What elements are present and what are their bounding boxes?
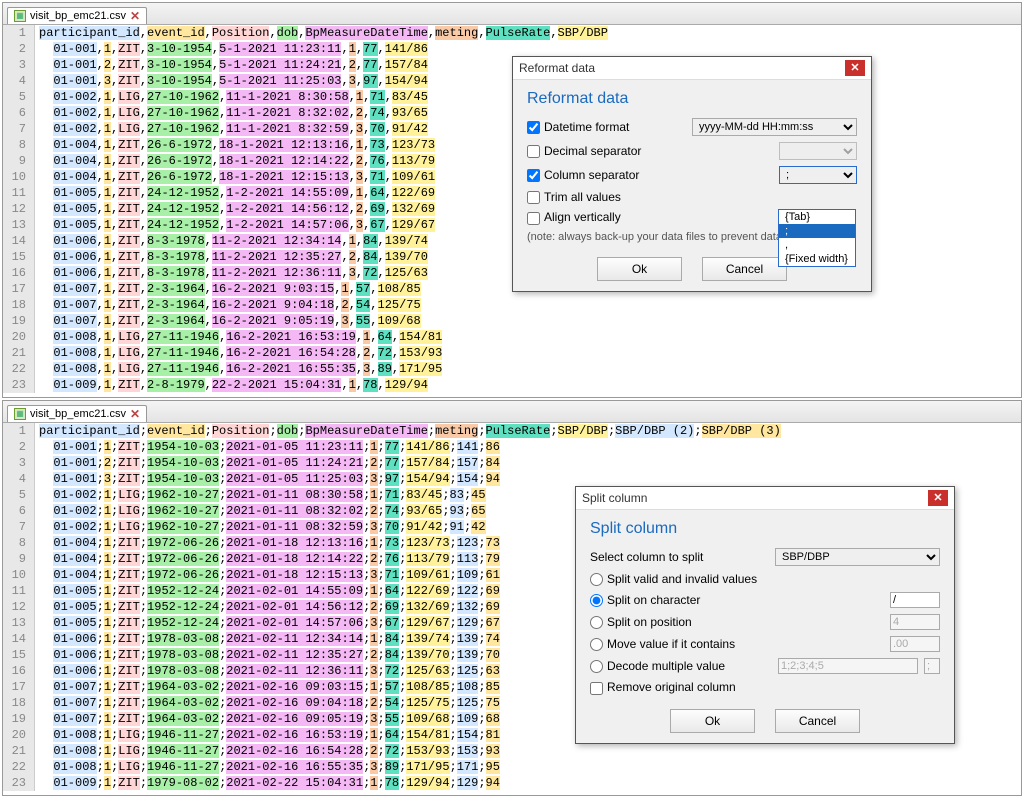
- dialog-titlebar[interactable]: Split column ✕: [576, 487, 954, 510]
- split-pos-radio[interactable]: Split on position: [590, 615, 884, 629]
- tab-label: visit_bp_emc21.csv: [30, 408, 126, 420]
- tab-label: visit_bp_emc21.csv: [30, 10, 126, 22]
- split-valid-radio[interactable]: Split valid and invalid values: [590, 572, 940, 586]
- colsep-checkbox[interactable]: Column separator: [527, 168, 773, 182]
- split-dialog: Split column ✕ Split column Select colum…: [575, 486, 955, 744]
- close-tab-icon[interactable]: ✕: [130, 408, 140, 420]
- dialog-title: Reformat data: [519, 61, 595, 75]
- move-value-input: [890, 636, 940, 652]
- csv-file-icon: ▦: [14, 408, 26, 420]
- split-char-input[interactable]: [890, 592, 940, 608]
- select-column-label: Select column to split: [590, 550, 769, 564]
- decimal-checkbox[interactable]: Decimal separator: [527, 144, 773, 158]
- remove-col-checkbox[interactable]: Remove original column: [590, 680, 940, 694]
- ok-button[interactable]: Ok: [597, 257, 682, 281]
- file-tab[interactable]: ▦ visit_bp_emc21.csv ✕: [7, 405, 147, 422]
- line-gutter-bottom: 1234567891011121314151617181920212223: [3, 423, 35, 791]
- close-tab-icon[interactable]: ✕: [130, 10, 140, 22]
- dropdown-item[interactable]: ,: [779, 238, 855, 252]
- tab-bar-bottom: ▦ visit_bp_emc21.csv ✕: [3, 401, 1021, 423]
- csv-file-icon: ▦: [14, 10, 26, 22]
- split-char-radio[interactable]: Split on character: [590, 593, 884, 607]
- decode-input: [778, 658, 918, 674]
- file-tab[interactable]: ▦ visit_bp_emc21.csv ✕: [7, 7, 147, 24]
- close-dialog-icon[interactable]: ✕: [845, 60, 865, 76]
- dialog-titlebar[interactable]: Reformat data ✕: [513, 57, 871, 80]
- close-dialog-icon[interactable]: ✕: [928, 490, 948, 506]
- dialog-heading: Split column: [590, 520, 940, 538]
- colsep-dropdown[interactable]: {Tab} ; , {Fixed width}: [778, 209, 856, 267]
- ok-button[interactable]: Ok: [670, 709, 755, 733]
- tab-bar-top: ▦ visit_bp_emc21.csv ✕: [3, 3, 1021, 25]
- decode-sep-input: [924, 658, 940, 674]
- dropdown-item[interactable]: {Tab}: [779, 210, 855, 224]
- line-gutter-top: 1234567891011121314151617181920212223: [3, 25, 35, 393]
- datetime-checkbox[interactable]: Datetime format: [527, 120, 686, 134]
- dialog-title: Split column: [582, 491, 647, 505]
- split-pos-input: [890, 614, 940, 630]
- dialog-heading: Reformat data: [527, 90, 857, 108]
- cancel-button[interactable]: Cancel: [702, 257, 787, 281]
- dropdown-item[interactable]: ;: [779, 224, 855, 238]
- datetime-format-select[interactable]: yyyy-MM-dd HH:mm:ss: [692, 118, 857, 136]
- cancel-button[interactable]: Cancel: [775, 709, 860, 733]
- column-select[interactable]: SBP/DBP: [775, 548, 940, 566]
- dropdown-item[interactable]: {Fixed width}: [779, 252, 855, 266]
- colsep-select[interactable]: ;: [779, 166, 857, 184]
- trim-checkbox[interactable]: Trim all values: [527, 190, 857, 204]
- decode-radio[interactable]: Decode multiple value: [590, 659, 772, 673]
- decimal-select: [779, 142, 857, 160]
- move-value-radio[interactable]: Move value if it contains: [590, 637, 884, 651]
